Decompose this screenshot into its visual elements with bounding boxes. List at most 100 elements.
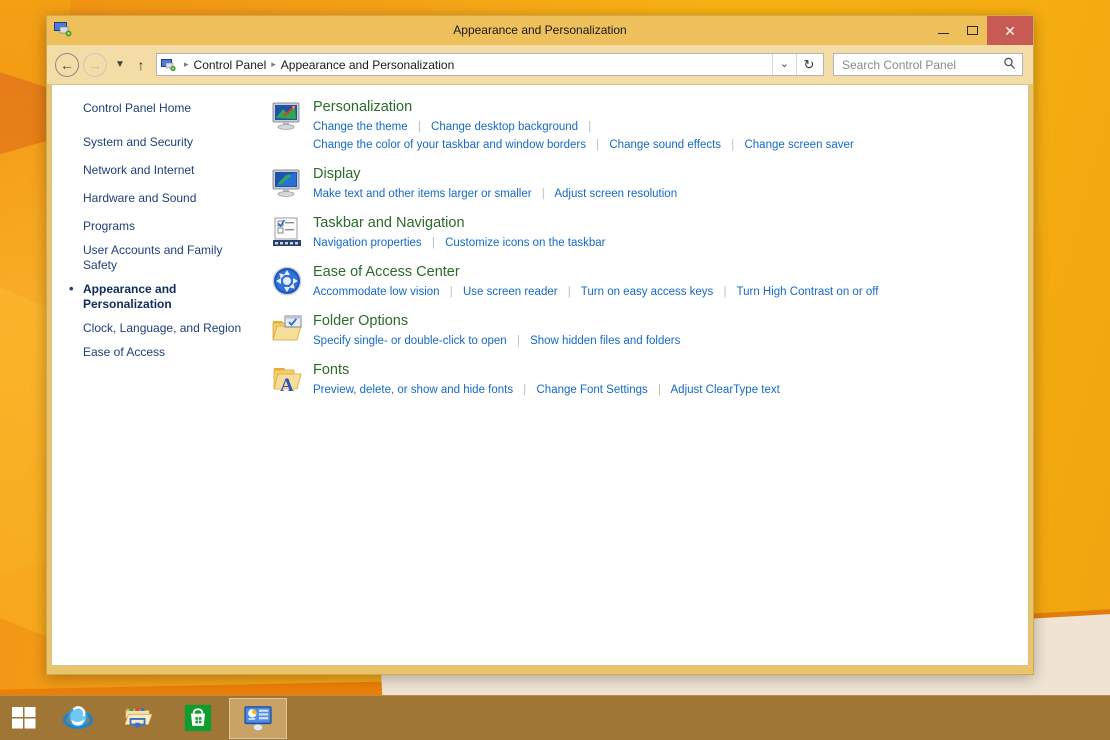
sidebar-item-hardware-and-sound[interactable]: Hardware and Sound [83,191,247,206]
link-separator: | [588,121,592,133]
breadcrumb-item-appearance[interactable]: Appearance and Personalization [281,58,454,72]
category-title[interactable]: Personalization [313,98,1028,117]
close-icon: ✕ [1004,22,1016,39]
maximize-button[interactable] [958,16,987,45]
address-bar: ← → ▼ ↑ ▸ Control Panel ▸ Appearance and… [47,45,1033,84]
window-controls: ✕ [929,16,1033,45]
breadcrumb-dropdown-button[interactable]: ⌄ [771,54,796,75]
category-body: Fonts Preview, delete, or show and hide … [313,361,1028,399]
category-ease-of-access-center: Ease of Access Center Accommodate low vi… [271,263,1028,301]
up-arrow-icon: ↑ [137,56,145,73]
link-change-desktop-background[interactable]: Change desktop background [431,121,578,133]
breadcrumb-separator: ▸ [271,59,276,69]
link-separator: | [449,286,453,298]
minimize-button[interactable] [929,16,958,45]
internet-explorer-icon [63,706,93,729]
category-title[interactable]: Display [313,165,1028,184]
window-title: Appearance and Personalization [453,23,627,37]
sidebar-item-user-accounts-and-family-safety[interactable]: User Accounts and Family Safety [83,243,247,273]
sidebar-item-appearance-and-personalization[interactable]: Appearance and Personalization [69,281,247,312]
category-fonts: A Fonts Preview, delete, or show and hid… [271,361,1028,399]
monitor-display-icon [271,167,303,199]
search-input[interactable]: Search Control Panel [833,53,1023,76]
taskbar-item-internet-explorer[interactable] [49,698,107,739]
breadcrumb-item-control-panel[interactable]: Control Panel [194,58,267,72]
sidebar-item-system-and-security[interactable]: System and Security [83,135,247,150]
link-separator: | [417,121,421,133]
link-specify-single-or-double-click-to-open[interactable]: Specify single- or double-click to open [313,335,507,347]
sidebar-item-ease-of-access[interactable]: Ease of Access [83,345,247,360]
sidebar-item-programs[interactable]: Programs [83,219,247,234]
category-body: Folder Options Specify single- or double… [313,312,1028,350]
sidebar-item-control-panel-home[interactable]: Control Panel Home [83,101,247,116]
taskbar-item-file-explorer[interactable] [109,698,167,739]
category-title[interactable]: Ease of Access Center [313,263,1028,282]
control-panel-icon [244,706,272,731]
link-use-screen-reader[interactable]: Use screen reader [463,286,558,298]
close-button[interactable]: ✕ [987,16,1033,45]
desktop: Appearance and Personalization ✕ ← → ▼ ↑ [0,0,1110,740]
link-separator: | [523,384,527,396]
category-list: Personalization Change the theme | Chang… [257,85,1028,665]
sidebar-item-network-and-internet[interactable]: Network and Internet [83,163,247,178]
link-separator: | [567,286,571,298]
link-adjust-cleartype-text[interactable]: Adjust ClearType text [671,384,780,396]
category-display: Display Make text and other items larger… [271,165,1028,203]
link-separator: | [657,384,661,396]
category-links-line1: Make text and other items larger or smal… [313,185,1028,203]
link-adjust-screen-resolution[interactable]: Adjust screen resolution [554,188,677,200]
back-button[interactable]: ← [55,52,79,77]
link-separator: | [516,335,520,347]
taskbar-item-control-panel[interactable] [229,697,287,739]
recent-locations-button[interactable]: ▼ [111,54,129,76]
link-separator: | [596,139,600,151]
link-customize-icons-on-the-taskbar[interactable]: Customize icons on the taskbar [445,237,605,249]
link-preview-delete-or-show-and-hide-fonts[interactable]: Preview, delete, or show and hide fonts [313,384,513,396]
link-navigation-properties[interactable]: Navigation properties [313,237,422,249]
link-separator: | [431,237,435,249]
category-links-line1: Specify single- or double-click to open … [313,332,1028,350]
category-links-line2: Change the color of your taskbar and win… [313,136,1028,154]
monitor-palette-icon [271,100,303,132]
category-title[interactable]: Fonts [313,361,1028,380]
windows-logo-icon [12,707,36,729]
refresh-button[interactable]: ↻ [796,54,821,75]
link-make-text-and-other-items-larger-or-smaller[interactable]: Make text and other items larger or smal… [313,188,532,200]
control-panel-icon [54,21,72,37]
category-links-line1: Change the theme | Change desktop backgr… [313,118,1028,136]
category-title[interactable]: Folder Options [313,312,1028,331]
search-icon [1003,57,1016,73]
link-show-hidden-files-and-folders[interactable]: Show hidden files and folders [530,335,680,347]
link-accommodate-low-vision[interactable]: Accommodate low vision [313,286,440,298]
taskbar [0,695,1110,740]
link-separator: | [731,139,735,151]
link-change-the-theme[interactable]: Change the theme [313,121,408,133]
link-change-font-settings[interactable]: Change Font Settings [537,384,648,396]
file-explorer-icon [124,708,153,728]
category-body: Display Make text and other items larger… [313,165,1028,203]
taskbar-checklist-icon [271,216,303,248]
category-body: Ease of Access Center Accommodate low vi… [313,263,1028,301]
category-links-line1: Navigation properties | Customize icons … [313,234,1028,252]
category-body: Personalization Change the theme | Chang… [313,98,1028,154]
forward-button[interactable]: → [83,52,107,77]
forward-arrow-icon: → [88,56,102,73]
link-turn-on-easy-access-keys[interactable]: Turn on easy access keys [581,286,714,298]
up-button[interactable]: ↑ [131,54,151,76]
taskbar-item-store[interactable] [169,698,227,739]
start-button[interactable] [0,696,48,740]
link-turn-high-contrast-on-or-off[interactable]: Turn High Contrast on or off [737,286,879,298]
breadcrumb-separator: ▸ [184,59,189,69]
link-change-the-color-of-your-taskbar-and-window-borders[interactable]: Change the color of your taskbar and win… [313,139,586,151]
link-change-sound-effects[interactable]: Change sound effects [609,139,721,151]
chevron-down-icon: ▼ [115,59,125,70]
sidebar: Control Panel Home System and Security N… [52,85,257,665]
sidebar-item-clock-language-and-region[interactable]: Clock, Language, and Region [83,321,247,336]
back-arrow-icon: ← [60,56,74,73]
folder-options-icon [271,314,303,346]
link-change-screen-saver[interactable]: Change screen saver [744,139,853,151]
category-title[interactable]: Taskbar and Navigation [313,214,1028,233]
breadcrumb[interactable]: ▸ Control Panel ▸ Appearance and Persona… [156,53,824,76]
search-placeholder: Search Control Panel [842,57,957,72]
control-panel-icon [161,58,176,72]
